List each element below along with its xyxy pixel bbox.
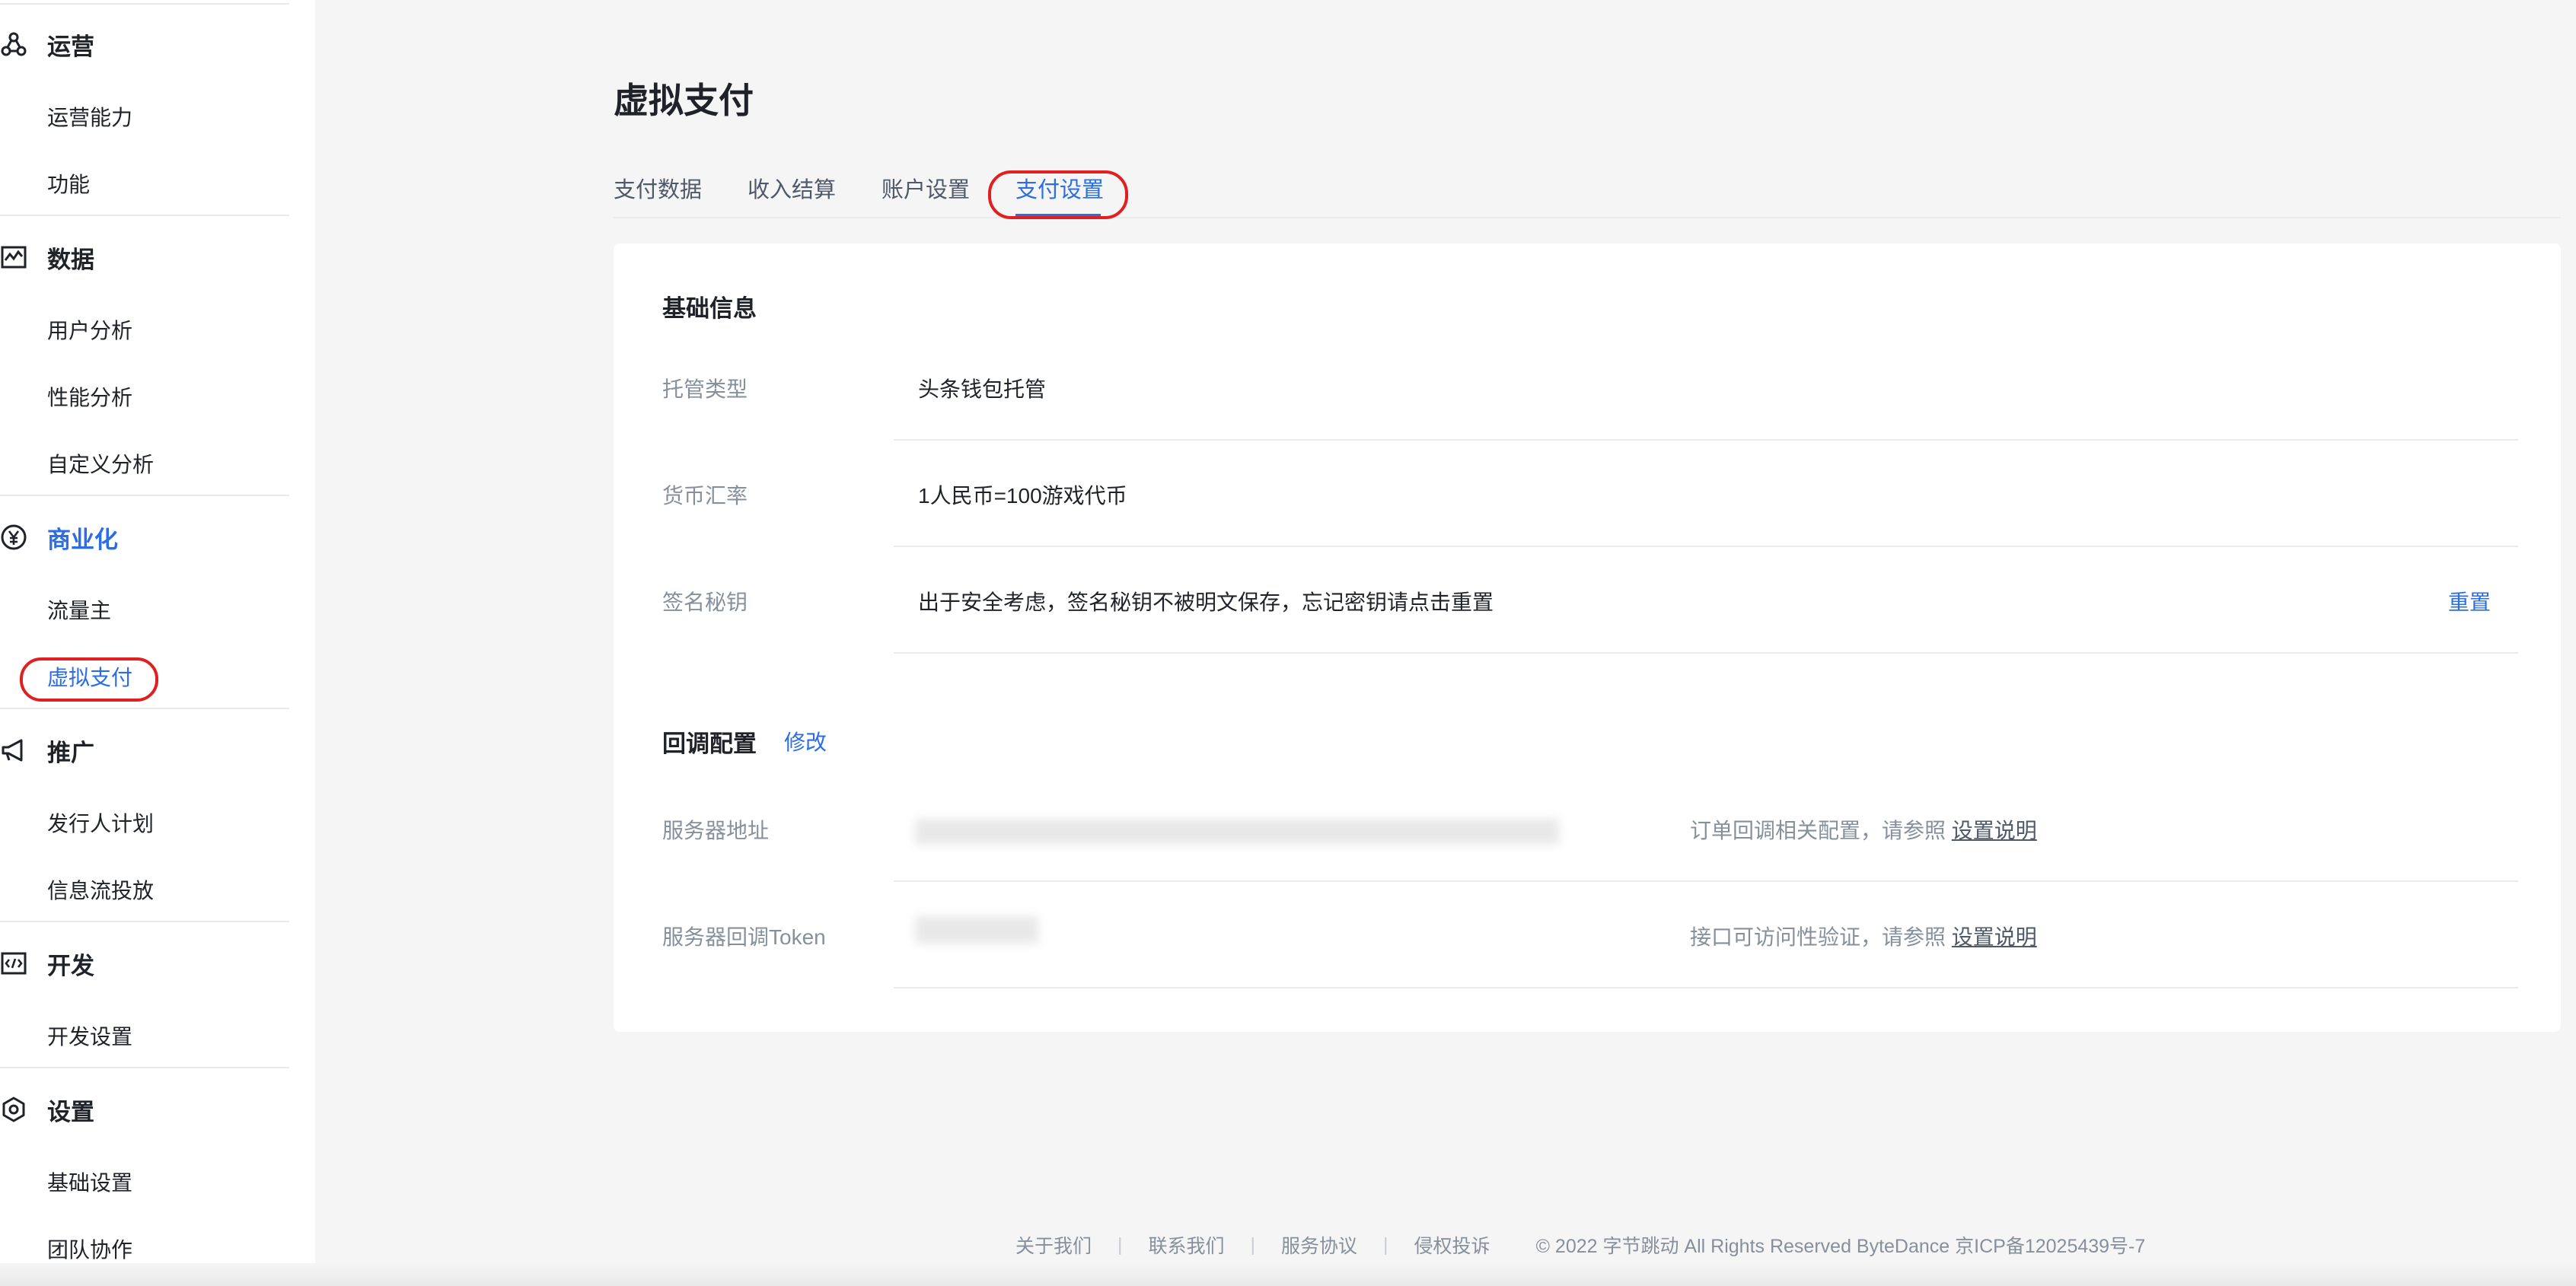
server-address-help-link[interactable]: 设置说明 <box>1952 819 2037 842</box>
sidebar-item-label: 基础设置 <box>47 1171 133 1195</box>
sidebar-group-label: 数据 <box>47 246 94 273</box>
sidebar-group-label: 设置 <box>47 1098 94 1125</box>
server-address-note: 订单回调相关配置，请参照 设置说明 <box>1690 814 2037 845</box>
footer-separator: | <box>1383 1233 1388 1256</box>
operations-icon <box>0 30 27 58</box>
sidebar-divider <box>0 3 289 5</box>
sidebar-group-promotion[interactable]: 推广 <box>0 720 94 781</box>
settings-card: 基础信息 托管类型 头条钱包托管 货币汇率 1人民币=100游戏代币 签名秘钥 … <box>614 244 2561 1032</box>
callback-token-note-text: 接口可访问性验证，请参照 <box>1690 925 1946 949</box>
footer-link-contact[interactable]: 联系我们 <box>1149 1231 1225 1259</box>
sidebar-divider <box>0 215 289 216</box>
sidebar-group-label: 推广 <box>47 739 94 766</box>
reset-key-button[interactable]: 重置 <box>2448 586 2491 616</box>
footer: 关于我们 | 联系我们 | 服务协议 | 侵权投诉 © 2022 字节跳动 Al… <box>1015 1231 2145 1259</box>
row-divider <box>894 987 2518 988</box>
megaphone-icon <box>0 737 27 764</box>
code-icon <box>0 950 27 977</box>
row-divider <box>894 652 2518 654</box>
sidebar-item-basic-settings[interactable]: 基础设置 <box>47 1155 132 1208</box>
exchange-rate-label: 货币汇率 <box>662 484 748 508</box>
bottom-edge <box>0 1263 2576 1286</box>
sidebar-item-label: 运营能力 <box>47 106 133 129</box>
sidebar-item-label: 自定义分析 <box>47 453 155 476</box>
sidebar-item-label: 功能 <box>47 173 91 196</box>
server-address-note-text: 订单回调相关配置，请参照 <box>1690 819 1946 842</box>
sidebar-item-operations-capability[interactable]: 运营能力 <box>47 90 132 143</box>
footer-link-about[interactable]: 关于我们 <box>1015 1231 1092 1259</box>
page-title: 虚拟支付 <box>614 81 754 120</box>
callback-token-help-link[interactable]: 设置说明 <box>1952 925 2037 949</box>
sidebar-group-monetization[interactable]: 商业化 <box>0 507 118 568</box>
sidebar-item-label: 用户分析 <box>47 319 133 342</box>
sidebar-item-label: 流量主 <box>47 599 112 622</box>
sidebar-item-feed-ads[interactable]: 信息流投放 <box>47 863 154 916</box>
sidebar-item-dev-settings[interactable]: 开发设置 <box>47 1009 132 1062</box>
section-title-basic-info: 基础信息 <box>662 295 757 322</box>
yen-icon <box>0 524 27 551</box>
footer-separator: | <box>1117 1233 1123 1256</box>
section-title-callback: 回调配置 <box>662 731 757 757</box>
sidebar-group-data[interactable]: 数据 <box>0 227 94 288</box>
annotation-circle <box>988 170 1128 219</box>
sidebar-item-user-analysis[interactable]: 用户分析 <box>47 303 132 356</box>
sidebar-divider <box>0 708 289 709</box>
sidebar-item-custom-analysis[interactable]: 自定义分析 <box>47 437 154 490</box>
edit-callback-button[interactable]: 修改 <box>784 726 827 756</box>
sidebar-divider <box>0 495 289 496</box>
sidebar-item-label: 开发设置 <box>47 1025 133 1049</box>
footer-copyright: © 2022 字节跳动 All Rights Reserved ByteDanc… <box>1535 1236 2146 1257</box>
sidebar-item-publisher-plan[interactable]: 发行人计划 <box>47 796 154 849</box>
redacted-callback-token <box>915 916 1038 944</box>
signing-key-label: 签名秘钥 <box>662 590 748 614</box>
sidebar-group-label: 开发 <box>47 952 94 979</box>
footer-link-report[interactable]: 侵权投诉 <box>1414 1231 1490 1259</box>
callback-token-note: 接口可访问性验证，请参照 设置说明 <box>1690 921 2037 951</box>
settings-icon <box>0 1096 27 1123</box>
sidebar-item-label: 信息流投放 <box>47 879 155 902</box>
sidebar: 运营 运营能力 功能 数据 用户分析 性能分析 自定义分析 商业化 流量主 虚拟… <box>0 0 315 1286</box>
row-divider <box>894 880 2518 882</box>
tab-payment-data[interactable]: 支付数据 <box>614 172 702 204</box>
sidebar-group-label: 商业化 <box>47 526 118 553</box>
row-divider <box>894 439 2518 441</box>
callback-token-label: 服务器回调Token <box>662 925 826 949</box>
sidebar-divider <box>0 921 289 922</box>
hosting-type-value: 头条钱包托管 <box>918 377 1047 401</box>
signing-key-value: 出于安全考虑，签名秘钥不被明文保存，忘记密钥请点击重置 <box>918 590 1494 614</box>
exchange-rate-value: 1人民币=100游戏代币 <box>918 484 1127 508</box>
sidebar-group-settings[interactable]: 设置 <box>0 1079 94 1140</box>
data-chart-icon <box>0 244 27 271</box>
footer-link-terms[interactable]: 服务协议 <box>1281 1231 1357 1259</box>
sidebar-group-development[interactable]: 开发 <box>0 933 94 994</box>
row-divider <box>894 546 2518 547</box>
redacted-server-address <box>915 819 1559 845</box>
sidebar-group-operations[interactable]: 运营 <box>0 14 94 75</box>
hosting-type-label: 托管类型 <box>662 377 748 401</box>
tab-income-settlement[interactable]: 收入结算 <box>748 172 836 204</box>
sidebar-item-traffic-owner[interactable]: 流量主 <box>47 583 111 636</box>
sidebar-item-label: 虚拟支付 <box>47 666 133 689</box>
tab-account-settings[interactable]: 账户设置 <box>882 172 970 204</box>
sidebar-item-virtual-payment[interactable]: 虚拟支付 <box>19 650 159 703</box>
server-address-label: 服务器地址 <box>662 819 770 842</box>
sidebar-item-features[interactable]: 功能 <box>47 157 90 210</box>
tab-bar-rule <box>614 217 2561 218</box>
sidebar-item-label: 团队协作 <box>47 1238 133 1262</box>
sidebar-item-performance-analysis[interactable]: 性能分析 <box>47 370 132 423</box>
sidebar-item-label: 性能分析 <box>47 386 133 409</box>
sidebar-group-label: 运营 <box>47 33 94 60</box>
sidebar-item-label: 发行人计划 <box>47 812 155 836</box>
sidebar-divider <box>0 1067 289 1068</box>
footer-separator: | <box>1250 1233 1256 1256</box>
